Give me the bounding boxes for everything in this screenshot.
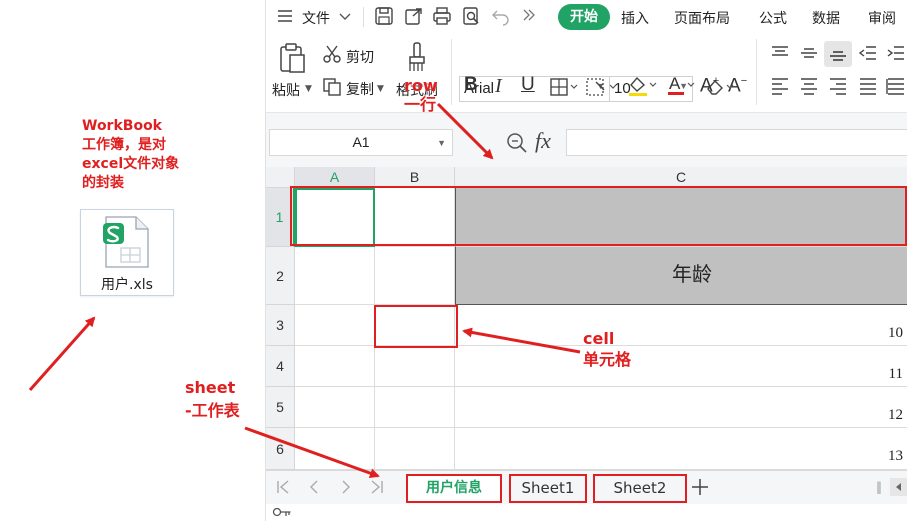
cell-arrow: [462, 327, 581, 354]
workbook-arrow: [28, 316, 96, 391]
sheet-arrow: [244, 426, 380, 478]
annotation-arrows: [28, 102, 581, 478]
row-arrow: [436, 102, 494, 160]
